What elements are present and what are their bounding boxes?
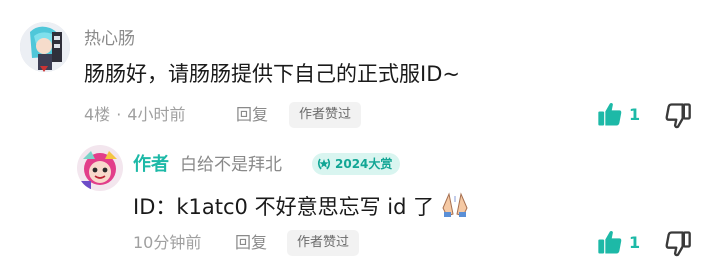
avatar-image (20, 22, 70, 72)
reply-reply-button[interactable]: 回复 (235, 231, 267, 255)
comment-username[interactable]: 热心肠 (84, 29, 135, 49)
author-tag: 作者 (133, 154, 169, 175)
author-liked-chip: 作者赞过 (289, 102, 362, 128)
reply-avatar-image (77, 145, 123, 191)
laurel-badge-icon (317, 158, 331, 170)
comment-meta: 4楼 · 4小时前 (84, 103, 185, 127)
award-badge[interactable]: 2024大赏 (312, 153, 401, 175)
reply-time: 10分钟前 (133, 233, 202, 252)
reply-text-row: ID：k1atc0 不好意思忘写 id 了 (133, 192, 469, 221)
meta-separator: · (116, 105, 122, 124)
reply-username[interactable]: 白给不是拜北 (180, 155, 282, 175)
thumbs-up-icon (598, 230, 622, 254)
like-count: 1 (629, 105, 641, 124)
pray-hands-emoji (442, 192, 468, 217)
reply-avatar[interactable] (77, 145, 123, 191)
reply-like-button[interactable]: 1 (596, 228, 644, 258)
thumbs-up-icon (598, 102, 622, 126)
comment-time: 4小时前 (127, 105, 186, 124)
award-badge-label: 2024大赏 (335, 157, 393, 171)
avatar[interactable] (20, 22, 70, 72)
like-button[interactable]: 1 (596, 100, 644, 130)
thumbs-down-icon[interactable] (664, 229, 692, 257)
reply-text: ID：k1atc0 不好意思忘写 id 了 (133, 195, 435, 219)
reply-button[interactable]: 回复 (236, 103, 268, 127)
thumbs-down-icon[interactable] (664, 101, 692, 129)
floor-number: 4楼 (84, 105, 111, 124)
comment-text: 肠肠好，请肠肠提供下自己的正式服ID~ (84, 62, 460, 86)
reply-author-liked-chip: 作者赞过 (287, 230, 360, 256)
reply-like-count: 1 (629, 233, 641, 252)
